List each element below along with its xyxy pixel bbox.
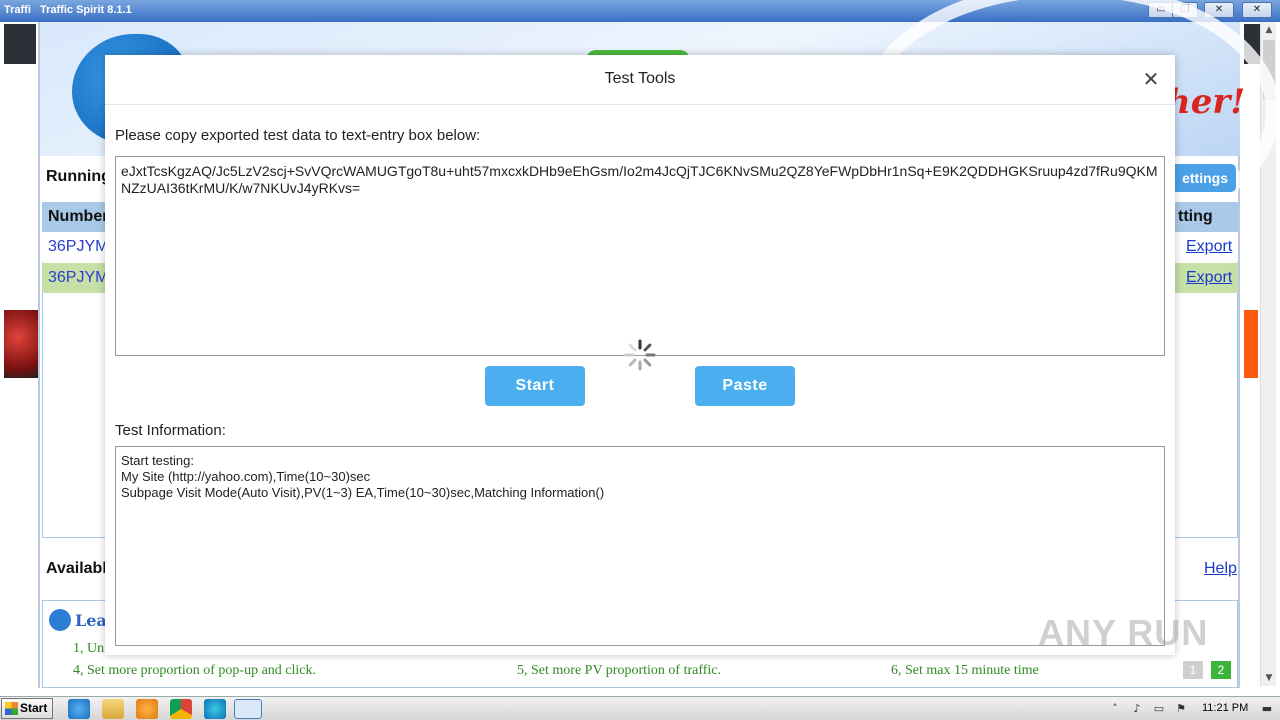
info-line: Start testing: — [121, 453, 194, 468]
tray-expand-icon[interactable]: ˄ — [1108, 702, 1122, 716]
chrome-icon[interactable] — [170, 699, 192, 719]
ie-icon[interactable] — [68, 699, 90, 719]
edge-icon[interactable] — [204, 699, 226, 719]
watermark: ANY RUN — [1038, 612, 1209, 653]
volume-icon[interactable]: ♪ — [1130, 702, 1144, 716]
dialog-header: Test Tools ✕ — [105, 55, 1175, 105]
start-button[interactable]: Start — [485, 366, 585, 406]
clock[interactable]: 11:21 PM — [1202, 702, 1248, 714]
close-icon[interactable]: ✕ — [1139, 67, 1163, 91]
info-line: My Site (http://yahoo.com),Time(10~30)se… — [121, 469, 371, 484]
windows-logo-icon — [5, 702, 18, 715]
test-data-textarea[interactable]: eJxtTcsKgzAQ/Jc5LzV2scj+SvVQrcWAMUGTgoT8… — [115, 156, 1165, 356]
network-icon[interactable]: ▭ — [1152, 702, 1166, 716]
copy-instruction-label: Please copy exported test data to text-e… — [115, 127, 481, 144]
info-line: Subpage Visit Mode(Auto Visit),PV(1~3) E… — [121, 485, 605, 500]
loading-spinner-icon — [624, 339, 656, 371]
start-label: Start — [20, 701, 48, 715]
traffic-spirit-taskbar-icon[interactable] — [234, 699, 262, 719]
test-tools-dialog: Test Tools ✕ Please copy exported test d… — [105, 55, 1175, 655]
flag-icon[interactable]: ⚑ — [1174, 702, 1188, 716]
media-player-icon[interactable] — [136, 699, 158, 719]
explorer-icon[interactable] — [102, 699, 124, 719]
test-information-textarea[interactable]: Start testing: My Site (http://yahoo.com… — [115, 446, 1165, 646]
paste-button[interactable]: Paste — [695, 366, 795, 406]
show-desktop-icon[interactable]: ▬ — [1260, 702, 1274, 716]
start-menu-button[interactable]: Start — [1, 698, 53, 719]
dialog-title: Test Tools — [604, 70, 676, 87]
test-information-label: Test Information: — [115, 422, 226, 439]
taskbar: Start ˄ ♪ ▭ ⚑ 11:21 PM ▬ — [0, 696, 1280, 720]
